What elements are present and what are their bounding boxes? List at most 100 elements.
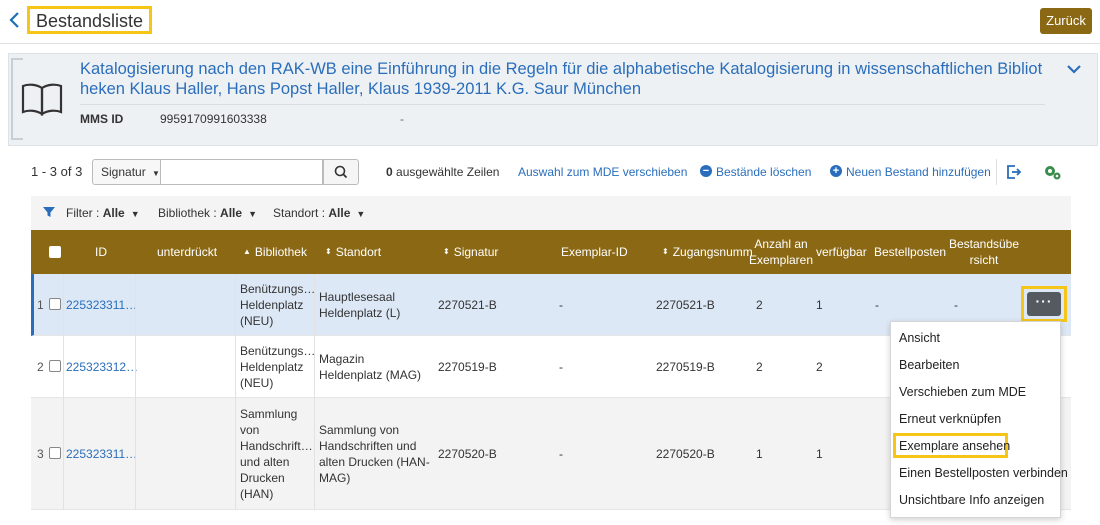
book-icon xyxy=(20,80,64,118)
selected-count: 0 xyxy=(386,165,393,179)
plus-circle-icon: + xyxy=(830,165,842,177)
move-to-mde-link[interactable]: Auswahl zum MDE verschieben xyxy=(518,165,687,179)
row-id-link[interactable]: 225323312… xyxy=(66,336,138,398)
row-actions-button[interactable]: ··· xyxy=(1027,292,1061,316)
row-location: Hauptlesesaal Heldenplatz (L) xyxy=(319,290,401,320)
select-all-checkbox[interactable] xyxy=(49,246,61,258)
delete-holdings-link[interactable]: Bestände löschen xyxy=(716,165,811,179)
col-summary[interactable]: Bestandsübe rsicht xyxy=(948,230,1020,274)
menu-item-view[interactable]: Ansicht xyxy=(899,331,940,345)
settings-gear-icon[interactable] xyxy=(1042,162,1062,182)
filter-dropdown[interactable]: Filter : Alle ▼ xyxy=(66,206,140,220)
row-number: 3 xyxy=(37,447,44,461)
library-filter-dropdown[interactable]: Bibliothek : Alle ▼ xyxy=(158,206,257,220)
sort-icon: ⬍ xyxy=(443,247,450,256)
caret-down-icon: ▼ xyxy=(130,209,140,219)
search-button[interactable] xyxy=(323,159,359,185)
row-call-number: 2270520-B xyxy=(438,447,497,461)
row-available: 2 xyxy=(816,360,823,374)
chevron-down-icon[interactable] xyxy=(1066,62,1084,76)
back-button[interactable]: Zurück xyxy=(1040,8,1092,34)
add-holding-link[interactable]: Neuen Bestand hinzufügen xyxy=(846,165,991,179)
menu-item-edit[interactable]: Bearbeiten xyxy=(899,358,959,372)
row-accession: 2270520-B xyxy=(656,447,715,461)
record-title[interactable]: Katalogisierung nach den RAK-WB eine Ein… xyxy=(80,59,1055,99)
library-filter-value: Alle xyxy=(220,206,243,220)
location-filter-value: Alle xyxy=(328,206,351,220)
menu-item-relink[interactable]: Erneut verknüpfen xyxy=(899,412,1001,426)
row-item-id: - xyxy=(559,360,563,374)
col-item-id[interactable]: Exemplar-ID xyxy=(561,230,631,274)
sort-asc-icon: ▲ xyxy=(243,247,251,256)
col-location[interactable]: ⬍ Standort xyxy=(325,230,395,274)
column-divider xyxy=(63,274,64,510)
selected-rows-info: 0 ausgewählte Zeilen xyxy=(386,165,499,179)
row-checkbox[interactable] xyxy=(49,360,61,372)
col-accession[interactable]: ⬍ Zugangsnumm xyxy=(662,230,753,274)
row-call-number: 2270519-B xyxy=(438,360,497,374)
col-available[interactable]: verfügbar xyxy=(816,230,872,274)
row-library: Benützungs… Heldenplatz (NEU) xyxy=(240,344,316,390)
filter-value: Alle xyxy=(102,206,125,220)
menu-item-link-order-line[interactable]: Einen Bestellposten verbinden xyxy=(899,466,1068,480)
page-title: Bestandsliste xyxy=(27,6,153,34)
menu-item-move-to-mde[interactable]: Verschieben zum MDE xyxy=(899,385,1026,399)
row-location: Sammlung von Handschriften und alten Dru… xyxy=(319,423,430,485)
col-location-label: Standort xyxy=(335,245,382,259)
row-checkbox[interactable] xyxy=(49,298,61,310)
caret-down-icon: ▼ xyxy=(248,209,257,219)
row-num-items: 2 xyxy=(756,298,763,312)
row-accession: 2270519-B xyxy=(656,360,715,374)
record-divider xyxy=(80,104,1045,105)
sort-icon: ⬍ xyxy=(325,247,332,256)
row-checkbox[interactable] xyxy=(49,447,61,459)
row-call-number: 2270521-B xyxy=(438,298,497,312)
search-field-label: Signatur xyxy=(101,165,146,179)
menu-item-view-items[interactable]: Exemplare ansehen xyxy=(899,439,1010,453)
row-number: 1 xyxy=(37,298,44,312)
col-library-label: Bibliothek xyxy=(254,245,307,259)
row-num-items: 2 xyxy=(756,360,763,374)
row-id-link[interactable]: 225323311… xyxy=(66,274,137,336)
column-divider xyxy=(135,274,136,510)
col-num-items[interactable]: Anzahl an Exemplaren xyxy=(749,230,813,274)
row-num-items: 1 xyxy=(756,447,763,461)
col-order-line[interactable]: Bestellposten xyxy=(874,230,946,274)
back-chevron-icon[interactable] xyxy=(8,10,28,32)
row-number: 2 xyxy=(37,360,44,374)
header-divider xyxy=(0,43,1100,44)
library-filter-label: Bibliothek : xyxy=(158,206,217,220)
col-suppressed[interactable]: unterdrückt xyxy=(157,230,232,274)
menu-item-show-hidden-info[interactable]: Unsichtbare Info anzeigen xyxy=(899,493,1044,507)
filter-label: Filter : xyxy=(66,206,100,220)
mms-id-value: 9959170991603338 xyxy=(160,112,267,126)
minus-circle-icon: − xyxy=(700,165,712,177)
row-order-line: - xyxy=(875,298,879,312)
search-icon xyxy=(334,165,348,179)
row-available: 1 xyxy=(816,447,823,461)
row-accession: 2270521-B xyxy=(656,298,715,312)
export-icon[interactable] xyxy=(1005,163,1023,181)
selected-label: ausgewählte Zeilen xyxy=(396,165,500,179)
caret-down-icon: ▼ xyxy=(356,209,366,219)
col-accession-label: Zugangsnumm xyxy=(672,245,753,259)
search-input[interactable] xyxy=(161,159,323,185)
toolbar-separator xyxy=(996,159,997,185)
record-extra-value: - xyxy=(400,112,404,126)
column-divider xyxy=(314,274,315,510)
row-library: Sammlung von Handschrift… und alten Druc… xyxy=(240,407,313,501)
col-id[interactable]: ID xyxy=(95,230,135,274)
search-field-select[interactable]: Signatur ▼ xyxy=(92,159,161,185)
row-id-link[interactable]: 225323311… xyxy=(66,398,137,510)
location-filter-dropdown[interactable]: Standort : Alle ▼ xyxy=(273,206,365,220)
location-filter-label: Standort : xyxy=(273,206,326,220)
col-library[interactable]: ▲ Bibliothek xyxy=(243,230,313,274)
mms-id-label: MMS ID xyxy=(80,112,124,126)
row-item-id: - xyxy=(559,298,563,312)
row-location: Magazin Heldenplatz (MAG) xyxy=(319,352,422,382)
row-item-id: - xyxy=(559,447,563,461)
row-available: 1 xyxy=(816,298,823,312)
col-call-number-label: Signatur xyxy=(453,245,499,259)
select-all-checkbox-cell[interactable] xyxy=(49,230,63,274)
col-call-number[interactable]: ⬍ Signatur xyxy=(443,230,513,274)
